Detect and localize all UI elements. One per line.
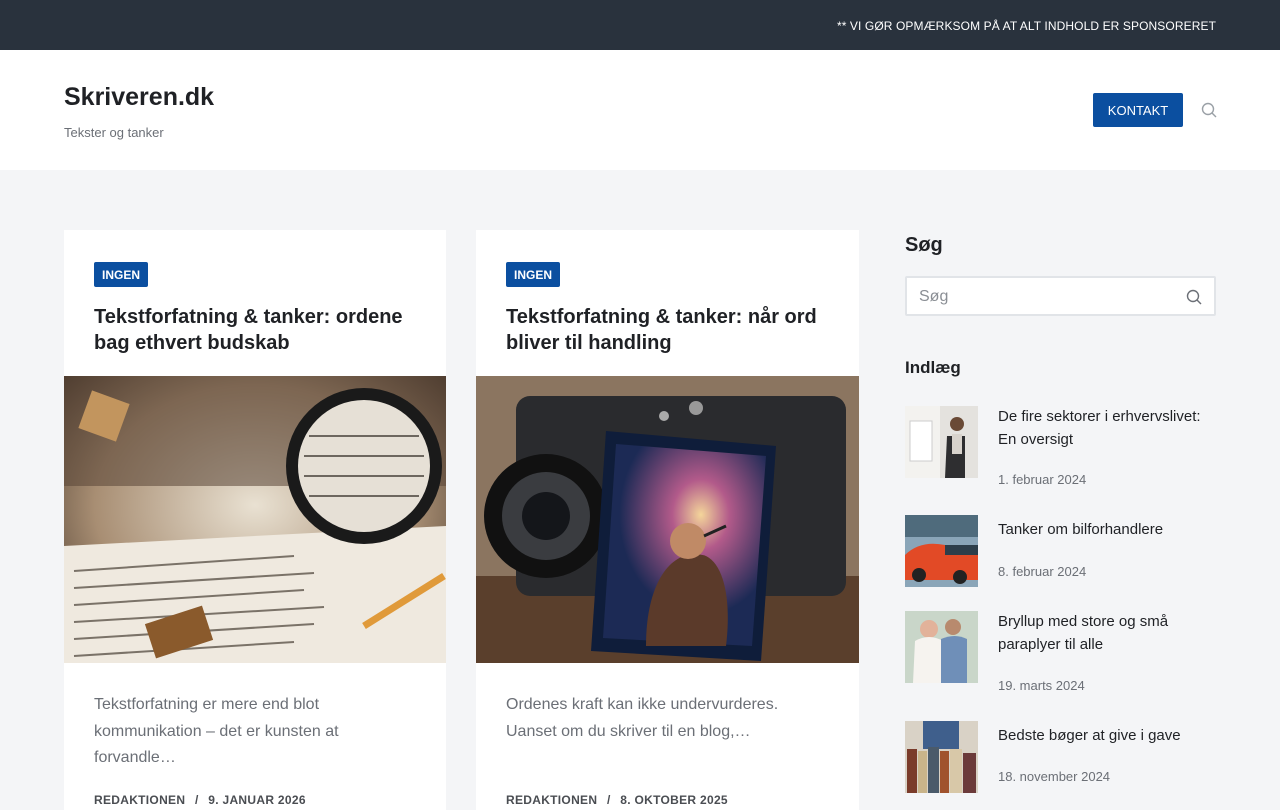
- posts-heading: Indlæg: [905, 358, 961, 377]
- post-thumbnail[interactable]: [905, 515, 978, 587]
- post-thumbnail[interactable]: [905, 406, 978, 478]
- post-title[interactable]: Tekstforfatning & tanker: når ord bliver…: [506, 304, 836, 356]
- post-excerpt: Ordenes kraft kan ikke undervurderes. Ua…: [506, 696, 779, 740]
- post-date: 8. februar 2024: [998, 564, 1087, 579]
- sponsor-notice: ** VI GØR OPMÆRKSOM PÅ AT ALT INDHOLD ER…: [836, 19, 1216, 33]
- site-title[interactable]: Skriveren.dk: [64, 83, 214, 112]
- post-featured-image[interactable]: [476, 376, 859, 663]
- post-date: 9. JANUAR 2026: [208, 793, 306, 807]
- post-link[interactable]: Bryllup med store og små paraplyer til a…: [998, 611, 1213, 656]
- post-date: 1. februar 2024: [998, 472, 1087, 487]
- sidebar-search: [905, 276, 1216, 316]
- search-heading: Søg: [905, 234, 943, 256]
- post-featured-image[interactable]: [64, 376, 446, 663]
- post-thumbnail[interactable]: [905, 721, 978, 793]
- post-meta: REDAKTIONEN / 8. OKTOBER 2025: [506, 793, 728, 807]
- post-author[interactable]: REDAKTIONEN: [94, 793, 185, 807]
- meta-separator: /: [194, 793, 199, 807]
- post-title[interactable]: Tekstforfatning & tanker: ordene bag eth…: [94, 304, 424, 356]
- post-date: 19. marts 2024: [998, 678, 1085, 693]
- search-icon[interactable]: [1186, 289, 1202, 305]
- meta-separator: /: [606, 793, 611, 807]
- post-date: 18. november 2024: [998, 769, 1111, 784]
- category-badge[interactable]: INGEN: [94, 262, 149, 287]
- site-tagline: Tekster og tanker: [64, 125, 164, 140]
- search-icon[interactable]: [1201, 102, 1217, 118]
- post-card: INGEN Tekstforfatning & tanker: ordene b…: [64, 230, 446, 810]
- post-link[interactable]: Bedste bøger at give i gave: [998, 725, 1213, 748]
- post-meta: REDAKTIONEN / 9. JANUAR 2026: [94, 793, 306, 807]
- post-link[interactable]: De fire sektorer i erhvervslivet: En ove…: [998, 406, 1213, 451]
- post-link[interactable]: Tanker om bilforhandlere: [998, 519, 1213, 542]
- site-header: Skriveren.dk Tekster og tanker KONTAKT: [0, 50, 1280, 170]
- post-author[interactable]: REDAKTIONEN: [506, 793, 597, 807]
- post-card: INGEN Tekstforfatning & tanker: når ord …: [476, 230, 859, 810]
- category-badge[interactable]: INGEN: [506, 262, 561, 287]
- top-notice-bar: ** VI GØR OPMÆRKSOM PÅ AT ALT INDHOLD ER…: [0, 0, 1280, 50]
- post-date: 8. OKTOBER 2025: [620, 793, 728, 807]
- post-excerpt: Tekstforfatning er mere end blot kommuni…: [94, 696, 339, 766]
- post-thumbnail[interactable]: [905, 611, 978, 683]
- contact-button[interactable]: KONTAKT: [1093, 93, 1183, 127]
- search-input[interactable]: [919, 287, 1169, 307]
